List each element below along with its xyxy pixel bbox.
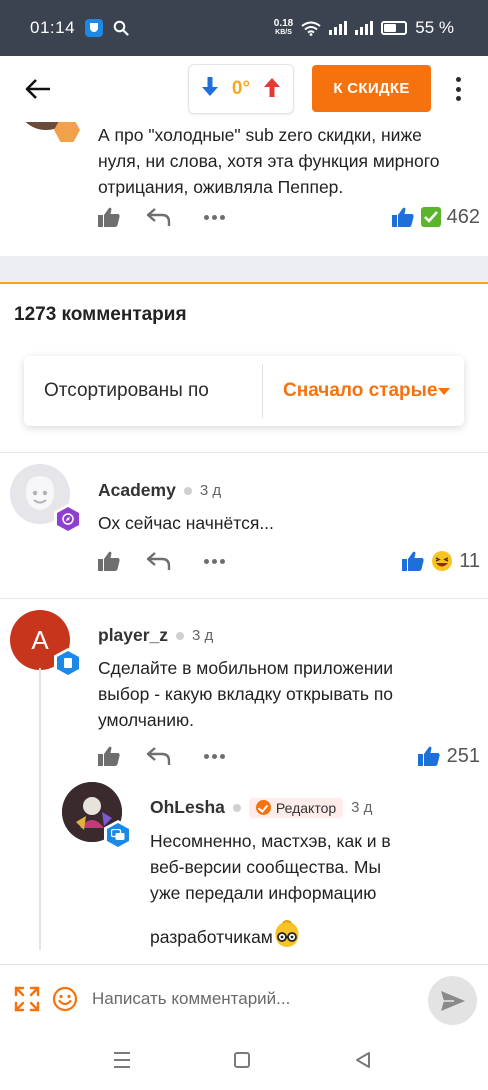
more-icon[interactable] — [202, 214, 226, 220]
reaction-count[interactable]: 11 — [401, 550, 480, 573]
send-button[interactable] — [428, 976, 477, 1025]
sort-selector[interactable]: Отсортированы по Сначало старые — [24, 356, 464, 426]
vote-down-arrow-icon[interactable] — [201, 76, 218, 102]
overflow-menu-icon[interactable] — [446, 75, 470, 103]
verified-seal-icon — [255, 800, 271, 815]
temperature-vote: 0° — [188, 64, 294, 114]
comment-text-line: уже передали информацию — [150, 883, 377, 903]
comment-actions: 251 — [96, 741, 480, 771]
emoji-icon[interactable] — [52, 986, 78, 1012]
chevron-down-icon — [438, 388, 450, 395]
reply-icon[interactable] — [144, 746, 174, 766]
network-speed: 0.18 KB/S — [274, 19, 293, 37]
separator-dot — [232, 803, 241, 812]
comments-count-heading: 1273 комментария — [14, 304, 187, 325]
sort-value[interactable]: Сначало старые — [263, 380, 464, 402]
like-icon[interactable] — [96, 745, 122, 767]
previous-comment: А про "холодные" sub zero скидки, ниже н… — [0, 100, 488, 256]
comment-time: 3 д — [351, 799, 373, 816]
author-name[interactable]: Academy — [98, 480, 176, 501]
system-nav-bar — [0, 1034, 488, 1090]
avatar-letter: A — [31, 624, 49, 655]
vpn-shield-icon — [85, 19, 104, 37]
comment-author: player_z 3 д — [98, 625, 213, 646]
like-icon[interactable] — [96, 206, 122, 228]
reply-thread-line — [39, 668, 41, 950]
comment-text-line: Ох сейчас начнётся... — [98, 513, 274, 533]
comment-text-line: Сделайте в мобильном приложении — [98, 658, 394, 678]
editor-badge: Редактор — [248, 797, 344, 818]
separator-dot — [183, 486, 192, 495]
signal-icon-2 — [355, 21, 374, 35]
comment-text-last-line: разработчикам — [150, 920, 470, 950]
nav-back-icon[interactable] — [354, 1051, 372, 1069]
sort-label: Отсортированы по — [44, 380, 209, 401]
wifi-icon — [301, 21, 321, 36]
comment-author: Academy 3 д — [98, 480, 221, 501]
more-icon[interactable] — [202, 753, 226, 759]
reaction-count[interactable]: 462 — [391, 206, 480, 229]
send-icon — [440, 990, 465, 1011]
network-speed-unit: KB/S — [275, 29, 292, 36]
status-bar: 01:14 0.18 KB/S 55 % — [0, 0, 488, 56]
comment-text: А про "холодные" sub zero скидки, ниже н… — [98, 122, 478, 200]
editor-badge-label: Редактор — [275, 799, 337, 816]
author-name[interactable]: OhLesha — [150, 797, 225, 818]
divider — [0, 452, 488, 453]
reply-icon[interactable] — [144, 551, 174, 571]
section-separator — [0, 256, 488, 284]
recent-apps-icon[interactable] — [114, 1052, 130, 1068]
home-icon[interactable] — [234, 1052, 250, 1068]
check-reaction-icon — [420, 207, 441, 227]
comment-composer — [0, 964, 488, 1034]
status-time: 01:14 — [30, 18, 76, 37]
battery-icon — [381, 21, 408, 35]
comment-text: Ох сейчас начнётся... — [98, 510, 468, 536]
search-icon — [113, 20, 129, 36]
signal-icon — [329, 21, 348, 35]
expand-icon[interactable] — [14, 986, 40, 1012]
comment-input[interactable] — [92, 985, 418, 1013]
sort-value-text: Сначало старые — [283, 380, 438, 401]
separator-dot — [176, 631, 185, 640]
comment-text-line: отрицания, оживляла Пеппер. — [98, 177, 344, 197]
battery-percent: 55 % — [415, 18, 454, 37]
divider — [0, 598, 488, 599]
go-to-deal-button[interactable]: К СКИДКЕ — [312, 65, 431, 112]
comment-time: 3 д — [192, 627, 214, 644]
comment-actions: 11 — [96, 546, 480, 576]
like-reaction-icon — [391, 207, 414, 227]
like-reaction-icon — [402, 551, 424, 571]
comment-text-line: нуля, ни слова, хотя эта функция мирного — [98, 151, 440, 171]
comment-author: OhLesha Редактор 3 д — [150, 797, 372, 818]
comment-text-line: Несомненно, мастхэв, как и в — [150, 831, 391, 851]
deal-temperature: 0° — [231, 78, 251, 99]
comment-text-line: умолчанию. — [98, 710, 195, 730]
back-arrow-icon[interactable] — [22, 73, 54, 105]
reply-icon[interactable] — [144, 207, 174, 227]
reaction-count[interactable]: 251 — [417, 745, 480, 768]
nerd-emoji-icon — [275, 920, 299, 947]
comment-actions: 462 — [96, 202, 480, 232]
network-speed-value: 0.18 — [273, 18, 294, 29]
comment-text-line: разработчикам — [150, 927, 273, 947]
comment-text: Несомненно, мастхэв, как и в веб-версии … — [150, 828, 470, 950]
reaction-count-value: 251 — [446, 744, 480, 767]
app-header: 0° К СКИДКЕ — [0, 56, 488, 122]
comment-text-line: А про "холодные" sub zero скидки, ниже — [98, 125, 422, 145]
comment-text-line: выбор - какую вкладку открывать по — [98, 684, 394, 704]
vote-up-arrow-icon[interactable] — [264, 77, 281, 102]
more-icon[interactable] — [202, 558, 226, 564]
author-name[interactable]: player_z — [98, 625, 168, 646]
comment-text: Сделайте в мобильном приложении выбор - … — [98, 655, 478, 733]
comment-time: 3 д — [199, 482, 222, 499]
like-reaction-icon — [417, 746, 440, 766]
like-icon[interactable] — [96, 550, 122, 572]
reaction-count-value: 11 — [459, 549, 480, 572]
reaction-count-value: 462 — [446, 205, 480, 228]
laughing-emoji-icon — [432, 551, 453, 571]
comment-text-line: веб-версии сообщества. Мы — [150, 857, 382, 877]
